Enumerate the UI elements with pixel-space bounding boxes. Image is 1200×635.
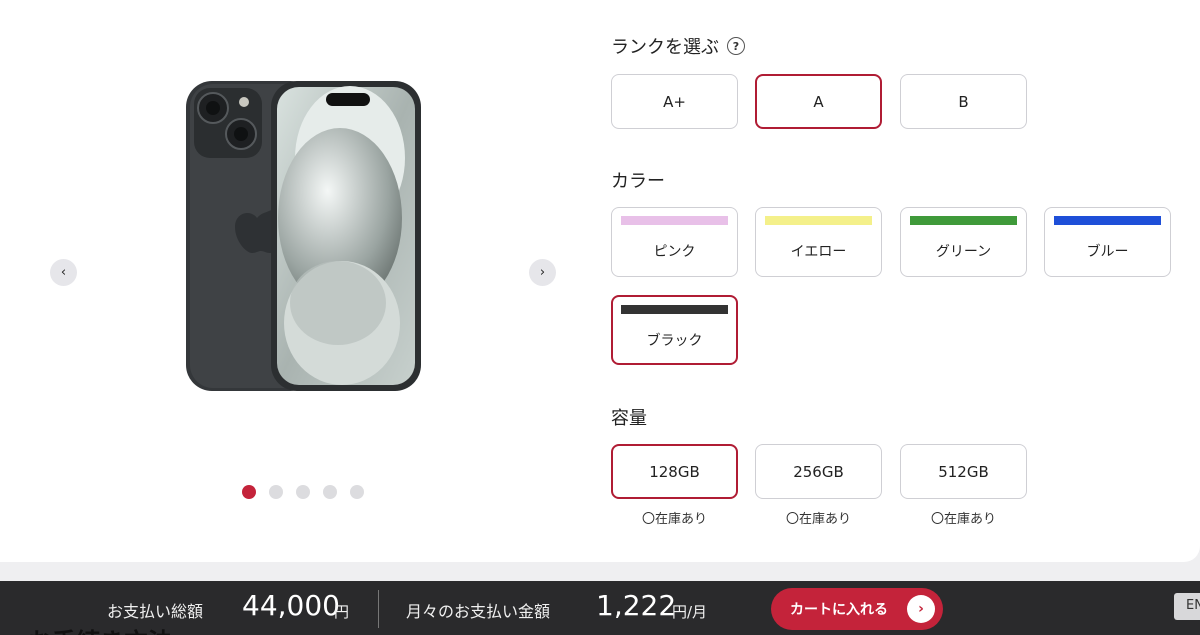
rank-section-title: ランクを選ぶ ? [611, 33, 745, 59]
color-option-pink[interactable]: ピンク [611, 207, 738, 277]
gallery-dot[interactable] [269, 485, 283, 499]
color-swatch [1054, 216, 1161, 225]
chevron-left-icon: ‹ [60, 265, 67, 280]
capacity-option-512gb[interactable]: 512GB [900, 444, 1027, 499]
add-to-cart-label: カートに入れる [790, 602, 888, 618]
gallery-dot[interactable] [242, 485, 256, 499]
color-label: ピンク [653, 244, 696, 260]
total-unit: 円 [334, 603, 350, 621]
color-label: イエロー [790, 244, 847, 260]
capacity-section-title: 容量 [611, 404, 647, 430]
color-swatch [621, 305, 728, 314]
gallery-dot[interactable] [296, 485, 310, 499]
payment-summary-bar: お支払い総額 44,000 円 月々のお支払い金額 1,222 円/月 カートに… [0, 581, 1200, 635]
monthly-label: 月々のお支払い金額 [406, 602, 551, 621]
stock-status: 〇在庫あり [785, 512, 851, 527]
rank-option-a[interactable]: A [755, 74, 882, 129]
monthly-amount: 1,222 [596, 589, 677, 622]
color-swatch [621, 216, 728, 225]
chevron-right-icon: › [907, 595, 935, 623]
color-label: ブラック [646, 333, 703, 349]
color-option-yellow[interactable]: イエロー [755, 207, 882, 277]
color-option-blue[interactable]: ブルー [1044, 207, 1171, 277]
color-label: グリーン [935, 244, 992, 260]
add-to-cart-button[interactable]: カートに入れる › [771, 588, 943, 630]
rank-option-b[interactable]: B [900, 74, 1027, 129]
divider [378, 590, 379, 628]
color-section-title: カラー [611, 167, 665, 193]
color-option-black[interactable]: ブラック [611, 295, 738, 365]
help-icon[interactable]: ? [727, 37, 745, 55]
language-toggle[interactable]: EN [1174, 593, 1200, 620]
gallery-dot[interactable] [323, 485, 337, 499]
rank-title: ランクを選ぶ [611, 37, 719, 58]
color-title: カラー [611, 171, 665, 192]
color-swatch [910, 216, 1017, 225]
color-label: ブルー [1086, 244, 1129, 260]
gallery-pagination [242, 485, 364, 499]
total-label: お支払い総額 [107, 602, 204, 621]
color-option-green[interactable]: グリーン [900, 207, 1027, 277]
phone-illustration [186, 81, 421, 391]
capacity-option-256gb[interactable]: 256GB [755, 444, 882, 499]
color-swatch [765, 216, 872, 225]
rank-option-a-plus[interactable]: A+ [611, 74, 738, 129]
gallery-prev-button[interactable]: ‹ [50, 259, 77, 286]
gallery-dot[interactable] [350, 485, 364, 499]
capacity-title: 容量 [611, 408, 647, 429]
gallery-next-button[interactable]: › [529, 259, 556, 286]
monthly-unit: 円/月 [672, 603, 708, 621]
stock-status: 〇在庫あり [641, 512, 707, 527]
product-card: ‹ › ランクを選ぶ ? A+ A B カラー ピンク イエロー グリーン ブル… [0, 0, 1200, 562]
chevron-right-icon: › [539, 265, 546, 280]
next-section-heading: お手続き方法 [28, 622, 172, 635]
capacity-option-128gb[interactable]: 128GB [611, 444, 738, 499]
total-amount: 44,000 [242, 589, 340, 622]
product-image [180, 78, 425, 396]
stock-status: 〇在庫あり [930, 512, 996, 527]
